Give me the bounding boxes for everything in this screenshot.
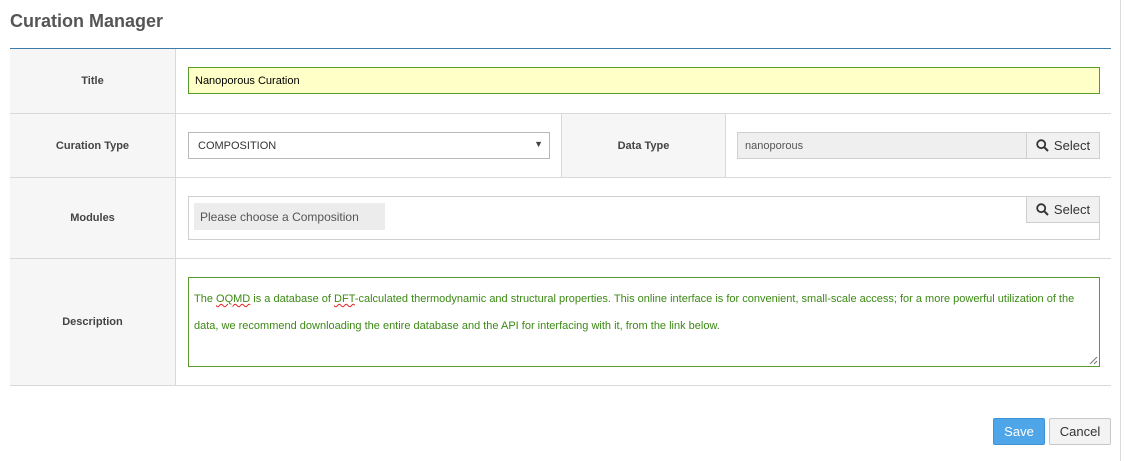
page-title: Curation Manager — [10, 11, 164, 31]
description-term-oqmd: OQMD — [216, 293, 251, 305]
data-type-value: nanoporous — [745, 139, 804, 152]
modules-select-label: Select — [1053, 202, 1091, 217]
search-icon — [1036, 203, 1049, 216]
data-type-select-label: Select — [1053, 138, 1091, 153]
title-input[interactable] — [188, 67, 1100, 94]
description-text-2: is a database of — [250, 293, 335, 305]
modules-select-button[interactable]: Select — [1026, 196, 1100, 223]
description-row: Description The OQMD is a database of DF… — [10, 259, 1111, 386]
composition-placeholder-chip[interactable]: Please choose a Composition — [194, 203, 385, 230]
modules-field[interactable]: Please choose a Composition — [188, 196, 1100, 240]
title-row: Title — [10, 49, 1111, 114]
cancel-button[interactable]: Cancel — [1049, 418, 1111, 445]
modules-label: Modules — [10, 178, 176, 258]
curation-type-value: COMPOSITION — [198, 139, 277, 152]
curation-type-select[interactable]: COMPOSITION ▼ — [188, 132, 550, 159]
description-label: Description — [10, 259, 176, 385]
data-type-select-button[interactable]: Select — [1026, 132, 1100, 159]
resize-grip-icon[interactable] — [1089, 356, 1098, 365]
search-icon — [1036, 139, 1049, 152]
save-button[interactable]: Save — [993, 418, 1045, 445]
caret-down-icon: ▼ — [534, 139, 543, 149]
data-type-label: Data Type — [561, 114, 726, 177]
title-label: Title — [10, 49, 176, 113]
curation-type-label: Curation Type — [10, 114, 176, 177]
curation-type-row: Curation Type COMPOSITION ▼ Data Type na… — [10, 114, 1111, 178]
modules-row: Modules Please choose a Composition Sele… — [10, 178, 1111, 259]
description-text-1: The — [194, 293, 217, 305]
description-term-dft: DFT — [334, 293, 355, 305]
right-edge-divider — [1120, 0, 1121, 461]
description-textarea[interactable]: The OQMD is a database of DFT-calculated… — [188, 277, 1100, 367]
